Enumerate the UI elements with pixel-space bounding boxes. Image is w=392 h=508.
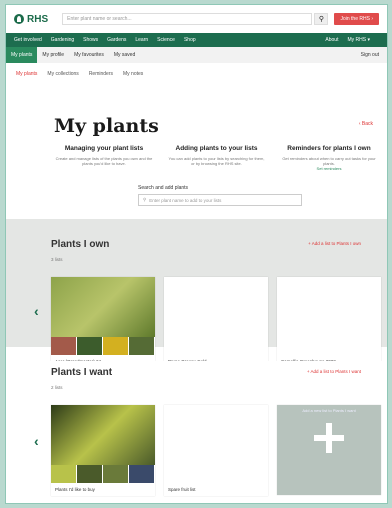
add-card-caption: Add a new list to Plants I want bbox=[302, 408, 356, 413]
list-card-caption: Plants I'd like to buy bbox=[55, 487, 95, 492]
list-card-thumbnails bbox=[51, 465, 155, 483]
list-card-image bbox=[164, 277, 268, 337]
intro-title: Reminders for plants I own bbox=[287, 145, 371, 152]
nav-item-about[interactable]: About bbox=[325, 37, 338, 43]
intro-adding: Adding plants to your lists You can add … bbox=[167, 145, 267, 171]
site-search-button[interactable]: ⚲ bbox=[314, 13, 329, 25]
nav-item-gardens[interactable]: Gardens bbox=[107, 37, 126, 43]
tab-my-saved[interactable]: My saved bbox=[109, 47, 140, 63]
section-count: 2 lists bbox=[51, 385, 63, 390]
add-list-own-link[interactable]: + Add a list to Plants I own bbox=[308, 241, 361, 246]
tab-my-plants[interactable]: My plants bbox=[6, 47, 38, 63]
search-icon: ⚲ bbox=[143, 197, 147, 202]
quicklink-collections[interactable]: My collections bbox=[47, 71, 78, 77]
site-search-input[interactable]: Enter plant name or search... bbox=[62, 13, 313, 25]
list-card-thumbnails bbox=[164, 465, 268, 483]
list-card-thumbnails bbox=[51, 337, 155, 355]
set-reminders-link[interactable]: Set reminders bbox=[279, 166, 379, 171]
account-subnav: My plants My profile My favourites My sa… bbox=[6, 47, 387, 63]
section-title: Plants I own bbox=[51, 239, 110, 250]
list-card-image bbox=[277, 277, 381, 337]
intro-text: You can add plants to your lists by sear… bbox=[168, 156, 265, 166]
search-add-placeholder: Enter plant name to add to your lists bbox=[149, 197, 222, 203]
carousel-next-arrow[interactable]: › bbox=[386, 303, 387, 319]
list-card-thumbnails bbox=[277, 337, 381, 355]
nav-item-shop[interactable]: Shop bbox=[184, 37, 196, 43]
quicklink-reminders[interactable]: Reminders bbox=[89, 71, 113, 77]
join-button[interactable]: Join the RHS › bbox=[334, 13, 379, 25]
list-card-2[interactable]: Prune Greeny Cold bbox=[164, 277, 268, 368]
intro-title: Adding plants to your lists bbox=[175, 145, 258, 152]
tab-my-favourites[interactable]: My favourites bbox=[69, 47, 109, 63]
tab-my-profile[interactable]: My profile bbox=[37, 47, 69, 63]
search-add-label: Search and add plants bbox=[138, 185, 189, 191]
sign-out-link[interactable]: Sign out bbox=[361, 52, 387, 58]
carousel-prev-arrow[interactable]: ‹ bbox=[34, 303, 39, 319]
add-new-list-card[interactable]: Add a new list to Plants I want bbox=[277, 405, 381, 495]
nav-item-shows[interactable]: Shows bbox=[83, 37, 98, 43]
quicklink-my-plants[interactable]: My plants bbox=[16, 71, 37, 77]
plants-i-own-section: Plants I own 3 lists + Add a list to Pla… bbox=[6, 219, 387, 368]
back-link[interactable]: ‹ Back bbox=[359, 121, 373, 127]
intro-managing: Managing your plant lists Create and man… bbox=[54, 145, 154, 171]
site-search-placeholder: Enter plant name or search... bbox=[67, 16, 132, 22]
carousel-prev-arrow[interactable]: ‹ bbox=[34, 433, 39, 449]
quick-links: My plants My collections Reminders My no… bbox=[6, 67, 387, 81]
plus-icon bbox=[314, 423, 344, 453]
nav-item-gardening[interactable]: Gardening bbox=[51, 37, 74, 43]
browser-viewport: RHS Enter plant name or search... ⚲ Join… bbox=[5, 4, 388, 504]
carousel-next-arrow[interactable]: › bbox=[386, 433, 387, 449]
nav-item-get-involved[interactable]: Get involved bbox=[14, 37, 42, 43]
list-card-image bbox=[51, 277, 155, 337]
intro-title: Managing your plant lists bbox=[64, 145, 144, 152]
top-bar: RHS Enter plant name or search... ⚲ Join… bbox=[6, 5, 387, 33]
intro-columns: Managing your plant lists Create and man… bbox=[54, 145, 379, 171]
list-card-1[interactable]: Acer (Grandmaster) 24 bbox=[51, 277, 155, 368]
list-card-1[interactable]: Plants I'd like to buy bbox=[51, 405, 155, 496]
plants-i-want-section: Plants I want 2 lists + Add a list to Pl… bbox=[6, 361, 387, 503]
intro-text: Get reminders about when to carry out ta… bbox=[282, 156, 376, 166]
search-icon: ⚲ bbox=[318, 16, 325, 23]
list-card-caption: Spare fruit list bbox=[168, 487, 196, 492]
list-card-3[interactable]: Camellia Greenhouse 2022 bbox=[277, 277, 381, 368]
list-card-thumbnails bbox=[164, 337, 268, 355]
leaf-logo-icon bbox=[14, 14, 24, 24]
list-card-image bbox=[164, 405, 268, 465]
quicklink-notes[interactable]: My notes bbox=[123, 71, 143, 77]
nav-item-science[interactable]: Science bbox=[157, 37, 175, 43]
section-title: Plants I want bbox=[51, 367, 113, 378]
list-card-image bbox=[51, 405, 155, 465]
logo-text: RHS bbox=[27, 13, 49, 25]
search-add-plants: Search and add plants ⚲ Enter plant name… bbox=[138, 185, 302, 206]
nav-item-learn[interactable]: Learn bbox=[135, 37, 148, 43]
rhs-logo[interactable]: RHS bbox=[14, 14, 48, 25]
intro-text: Create and manage lists of the plants yo… bbox=[55, 156, 153, 166]
search-add-input[interactable]: ⚲ Enter plant name to add to your lists bbox=[138, 194, 302, 206]
nav-item-my-rhs[interactable]: My RHS ▾ bbox=[347, 37, 370, 43]
intro-reminders: Reminders for plants I own Get reminders… bbox=[279, 145, 379, 171]
page-title: My plants bbox=[54, 115, 159, 137]
add-list-want-link[interactable]: + Add a list to Plants I want bbox=[307, 369, 361, 374]
main-navigation: Get involved Gardening Shows Gardens Lea… bbox=[6, 33, 387, 47]
section-count: 3 lists bbox=[51, 257, 63, 262]
list-card-2[interactable]: Spare fruit list bbox=[164, 405, 268, 496]
